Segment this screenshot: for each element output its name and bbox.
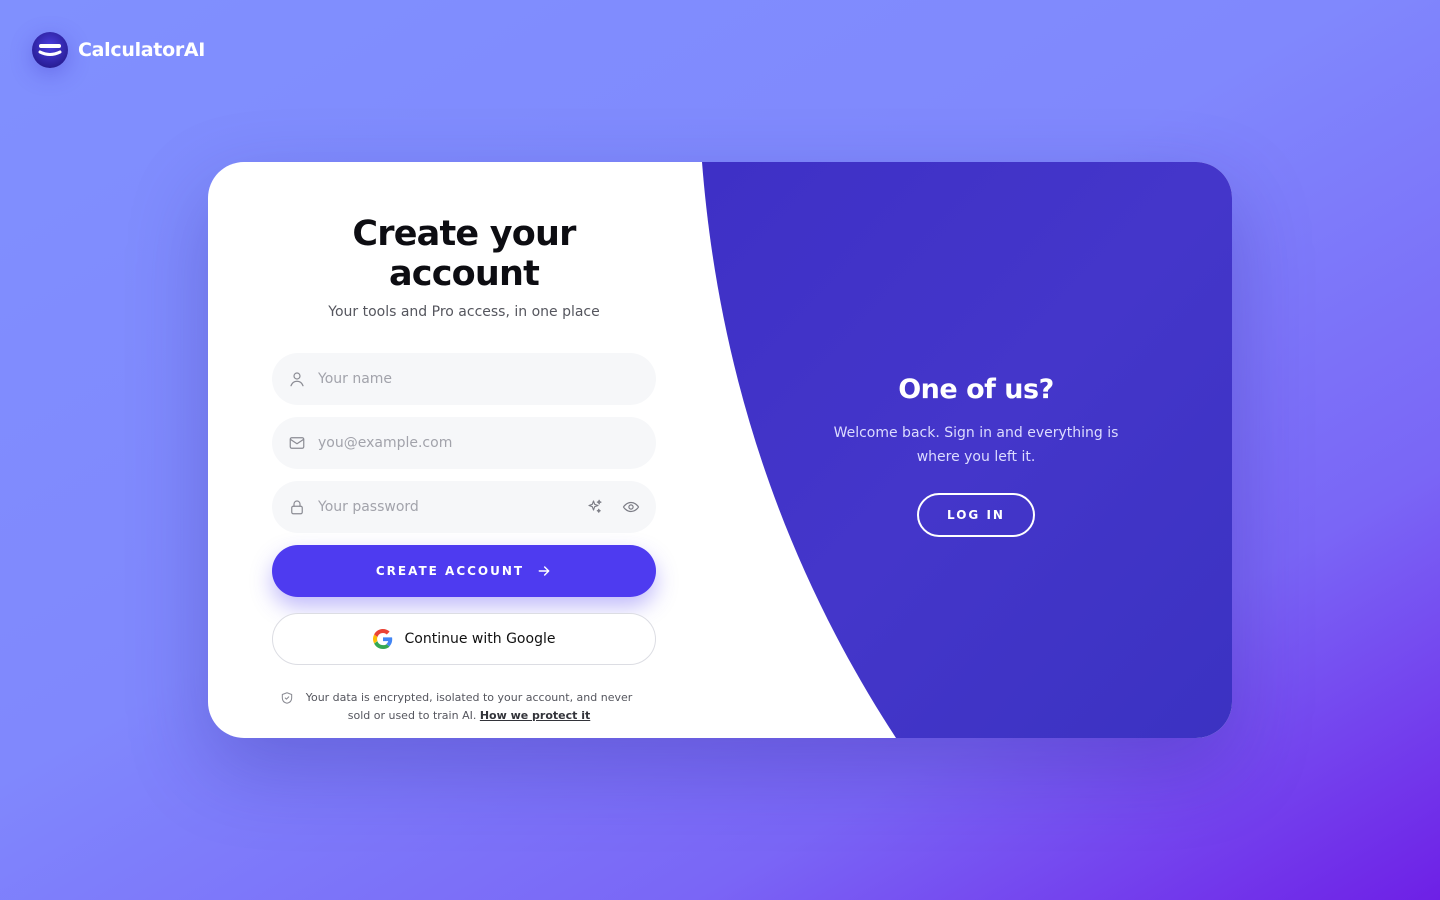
arrow-right-icon xyxy=(538,566,550,576)
signup-form: Create your account Your tools and Pro a… xyxy=(272,162,656,725)
eye-icon[interactable] xyxy=(622,498,640,516)
logo-icon xyxy=(32,32,68,68)
shield-check-icon xyxy=(281,692,293,704)
name-field[interactable] xyxy=(272,353,656,405)
google-signin-button[interactable]: Continue with Google xyxy=(272,613,656,665)
privacy-note: Your data is encrypted, isolated to your… xyxy=(272,689,656,725)
privacy-link[interactable]: How we protect it xyxy=(480,709,590,722)
sparkle-icon[interactable] xyxy=(586,498,604,516)
page-title: Create your account xyxy=(352,214,576,294)
login-button[interactable]: LOG IN xyxy=(917,492,1035,537)
user-icon xyxy=(290,372,304,387)
page-subtitle: Your tools and Pro access, in one place xyxy=(328,304,600,320)
brand[interactable]: CalculatorAI xyxy=(32,32,205,68)
google-icon xyxy=(372,629,392,649)
mail-icon xyxy=(289,437,305,449)
welcome-back-panel: One of us? Welcome back. Sign in and eve… xyxy=(808,162,1144,738)
name-input[interactable] xyxy=(318,353,640,405)
email-input[interactable] xyxy=(318,417,640,469)
welcome-title: One of us? xyxy=(898,373,1054,405)
lock-icon xyxy=(291,500,303,515)
password-input[interactable] xyxy=(318,481,586,533)
brand-name: CalculatorAI xyxy=(78,39,206,61)
welcome-text: Welcome back. Sign in and everything is … xyxy=(833,424,1119,465)
email-field[interactable] xyxy=(272,417,656,469)
create-account-button[interactable]: CREATE ACCOUNT xyxy=(272,545,656,597)
google-signin-label: Continue with Google xyxy=(404,631,556,647)
create-account-label: CREATE ACCOUNT xyxy=(375,564,525,578)
password-field[interactable] xyxy=(272,481,656,533)
auth-card: Create your account Your tools and Pro a… xyxy=(208,162,1232,738)
